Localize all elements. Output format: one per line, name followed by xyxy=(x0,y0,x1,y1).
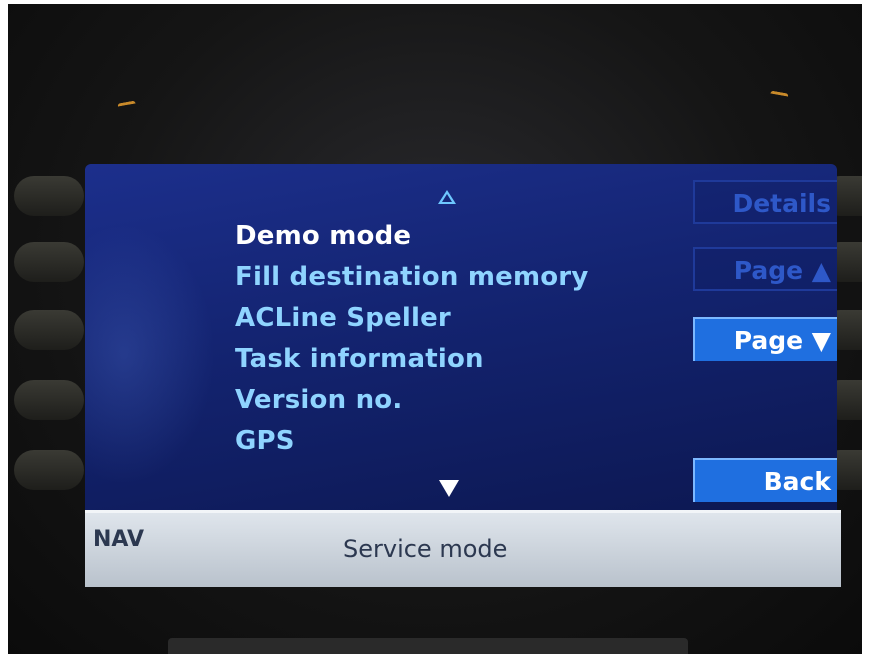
hardware-button-left-4[interactable] xyxy=(14,380,84,420)
hardware-button-left-1[interactable] xyxy=(14,176,84,216)
scroll-down-icon[interactable] xyxy=(439,480,459,497)
service-menu-list: Demo mode Fill destination memory ACLine… xyxy=(235,216,588,462)
menu-item-gps[interactable]: GPS xyxy=(235,421,588,462)
status-bar: NAV Service mode xyxy=(85,510,841,587)
page-up-button[interactable]: Page ▲ xyxy=(693,247,837,291)
device-frame: Demo mode Fill destination memory ACLine… xyxy=(8,4,862,654)
hardware-button-left-2[interactable] xyxy=(14,242,84,282)
scroll-up-icon[interactable] xyxy=(438,190,456,204)
hardware-button-left-5[interactable] xyxy=(14,450,84,490)
menu-item-demo-mode[interactable]: Demo mode xyxy=(235,216,588,257)
menu-item-acline-speller[interactable]: ACLine Speller xyxy=(235,298,588,339)
source-label: NAV xyxy=(93,527,144,552)
menu-item-fill-destination-memory[interactable]: Fill destination memory xyxy=(235,257,588,298)
screen-reflection xyxy=(85,224,215,484)
page-title: Service mode xyxy=(343,535,508,563)
display-screen: Demo mode Fill destination memory ACLine… xyxy=(85,164,837,524)
lower-button-row[interactable] xyxy=(168,638,688,654)
menu-item-task-information[interactable]: Task information xyxy=(235,339,588,380)
hardware-button-left-3[interactable] xyxy=(14,310,84,350)
back-button[interactable]: Back xyxy=(693,458,837,502)
menu-item-version-no[interactable]: Version no. xyxy=(235,380,588,421)
details-button[interactable]: Details xyxy=(693,180,837,224)
page-down-button[interactable]: Page ▼ xyxy=(693,317,837,361)
